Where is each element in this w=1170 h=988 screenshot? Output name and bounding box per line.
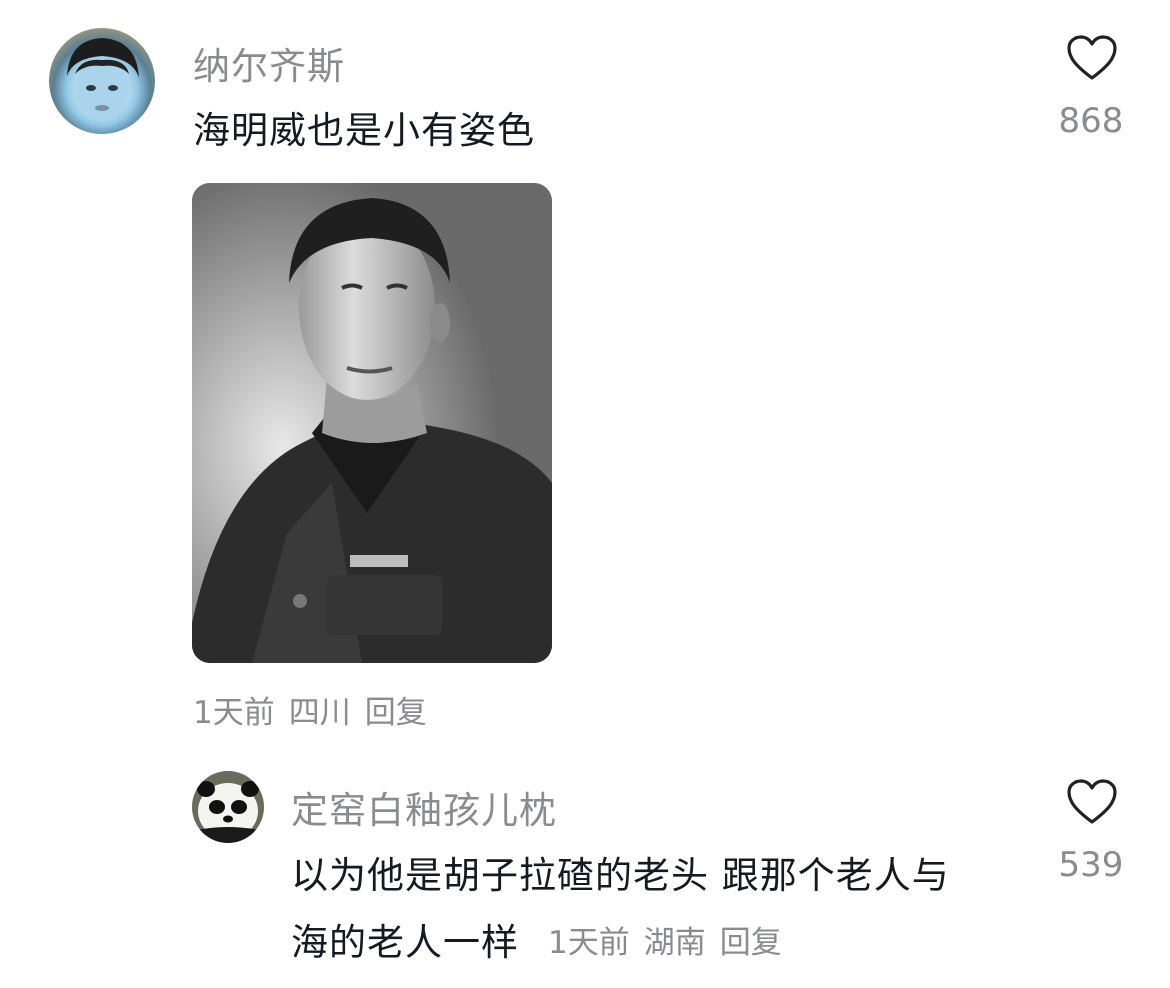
comment-meta: 1天前 四川 回复 (193, 687, 441, 732)
username[interactable]: 定窑白釉孩儿枕 (291, 780, 557, 834)
avatar[interactable] (49, 28, 155, 134)
reply-button[interactable]: 回复 (720, 925, 782, 961)
comment-text: 海明威也是小有姿色 (193, 109, 535, 152)
comment-text-line2: 海的老人一样 (291, 921, 519, 964)
like-count: 868 (1058, 101, 1124, 141)
comment-time: 1天前 (548, 925, 630, 961)
heart-outline-icon[interactable] (1066, 34, 1118, 82)
avatar[interactable] (192, 771, 264, 843)
like-count: 539 (1058, 845, 1124, 885)
comment-meta: 1天前 湖南 回复 (548, 917, 796, 962)
comment-time: 1天前 (193, 695, 275, 731)
username[interactable]: 纳尔齐斯 (193, 36, 345, 90)
comment-image[interactable] (192, 183, 552, 663)
comment-text-line1: 以为他是胡子拉碴的老头 跟那个老人与 (291, 854, 950, 897)
reply-button[interactable]: 回复 (365, 695, 427, 731)
comment-location: 湖南 (643, 925, 706, 961)
comment-location: 四川 (288, 695, 351, 731)
heart-outline-icon[interactable] (1066, 778, 1118, 826)
